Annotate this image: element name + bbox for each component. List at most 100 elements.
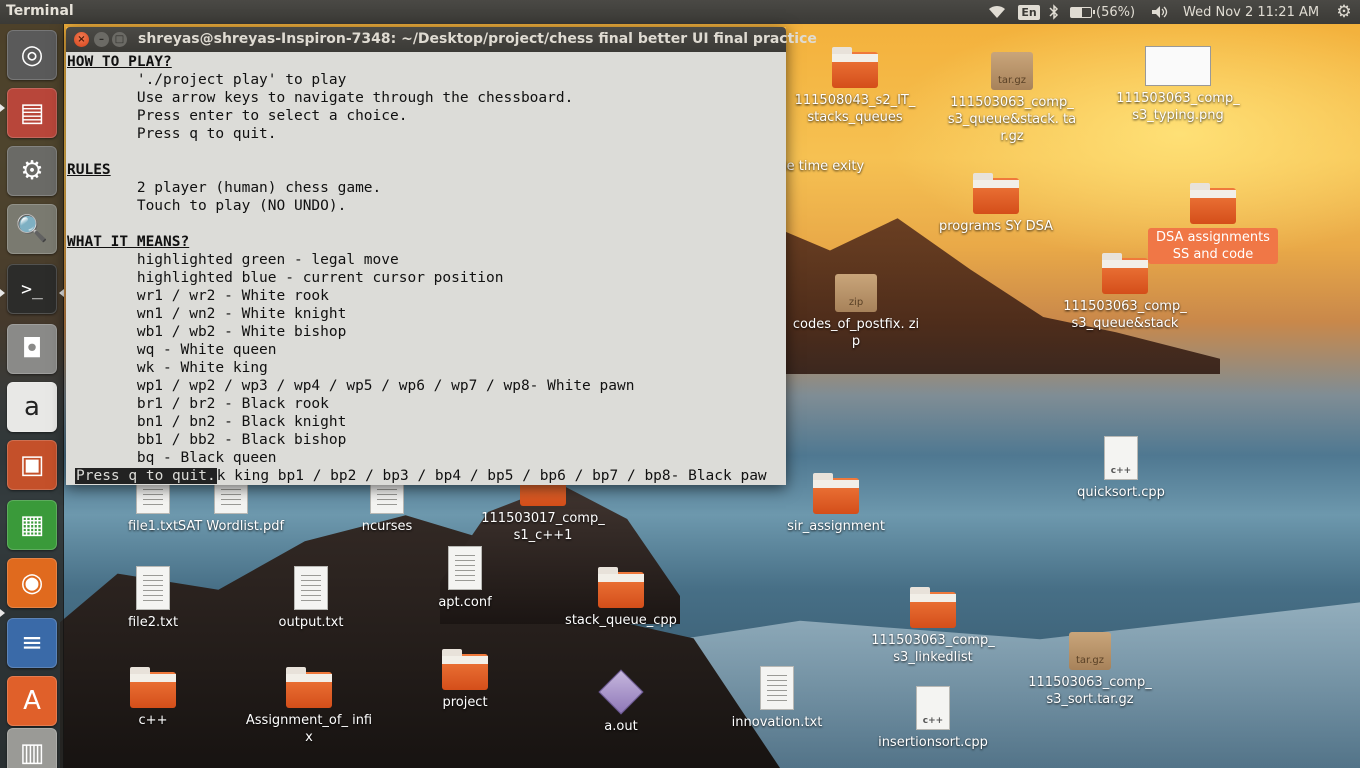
close-icon[interactable]: × [74,32,89,47]
terminal-line: Touch to play (NO UNDO). [67,198,347,214]
keyboard-layout-label: En [1018,4,1040,20]
minimize-icon[interactable]: – [94,32,109,47]
desktop-icon[interactable]: innovation.txt [712,666,842,731]
terminal-line: wr1 / wr2 - White rook [67,288,329,304]
desktop-icon-label: 111503063_comp_ s3_typing.png [1116,91,1240,123]
clock[interactable]: Wed Nov 2 11:21 AM [1183,0,1329,24]
launcher-files[interactable]: ▤ [7,88,57,138]
launcher-sidebar: ◎ ▤ ⚙ 🔍 >_ ◘ a ▣ ▦ ◉ ≡ A ▥ [0,24,64,768]
desktop-icon[interactable]: a.out [556,668,686,735]
desktop-icon-label: a.out [604,719,638,734]
terminal-line: 2 player (human) chess game. [67,180,382,196]
launcher-terminal[interactable]: >_ [7,264,57,314]
folder-icon [1190,183,1236,224]
launcher-writer[interactable]: ≡ [7,618,57,668]
exec-icon [598,669,644,715]
doc-icon [448,546,482,590]
desktop-icon[interactable]: programs SY DSA [931,173,1061,235]
running-indicator [59,289,64,297]
desktop-icon-label: apt.conf [438,595,492,610]
terminal-line: bn1 / bn2 - Black knight [67,414,347,430]
volume-icon[interactable] [1148,0,1172,24]
desktop-icon[interactable]: Assignment_of_ infix [244,667,374,746]
terminal-line: wq - White queen [67,342,277,358]
maximize-icon[interactable]: □ [112,32,127,47]
launcher-impress[interactable]: ▣ [7,440,57,490]
desktop-icon-label: codes_of_postfix. zip [792,317,920,349]
desktop-icon-label: ncurses [361,519,413,534]
desktop-icon[interactable]: 111503063_comp_ s3_queue&stack [1060,253,1190,332]
ubuntu-dash-icon: ◎ [20,40,44,70]
doc-icon [136,566,170,610]
running-indicator [0,104,5,112]
desktop-icon[interactable]: 111503063_comp_ s3_linkedlist [868,587,998,666]
desktop-icon[interactable]: c++ insertionsort.cpp [868,686,998,751]
desktop-icon[interactable]: c++ [88,667,218,729]
desktop-icon[interactable]: 111503063_comp_ s3_typing.png [1113,46,1243,124]
pager-overflow-text: k king bp1 / bp2 / bp3 / bp4 / bp5 / bp6… [216,468,767,484]
desktop-icon[interactable]: file2.txt [88,566,218,631]
desktop-icon[interactable]: apt.conf [400,546,530,611]
launcher-image-viewer[interactable]: 🔍 [7,204,57,254]
software-center-icon: A [23,686,41,716]
desktop-icon[interactable]: c++ quicksort.cpp [1056,436,1186,501]
desktop-icon-label: 111508043_s2_IT_ stacks_queues [794,93,916,125]
terminal-heading: RULES [67,162,111,178]
battery-indicator[interactable]: (56%) [1070,0,1140,24]
files-icon: ▤ [19,98,45,128]
terminal-line: bq - Black queen [67,450,277,466]
launcher-amazon[interactable]: a [7,382,57,432]
archive-icon: zip [835,274,877,312]
terminal-icon: >_ [21,278,43,300]
terminal-line: bb1 / bb2 - Black bishop [67,432,347,448]
desktop-icon[interactable]: project [400,649,530,711]
archive-icon: tar.gz [1069,632,1111,670]
terminal-line: Press enter to select a choice. [67,108,408,124]
battery-icon [1070,6,1095,18]
running-indicator [0,609,5,617]
desktop-icon[interactable]: zip codes_of_postfix. zip [791,274,921,350]
launcher-ubuntu-dash[interactable]: ◎ [7,30,57,80]
disk-drive-icon: ◘ [21,334,43,364]
power-gear-icon[interactable]: ⚙ [1334,0,1354,24]
desktop-icon-label: stack_queue_cpp [565,613,677,628]
desktop-icon[interactable]: tar.gz 111503063_comp_ s3_queue&stack. ta… [947,52,1077,145]
terminal-output[interactable]: HOW TO PLAY? './project play' to play Us… [66,52,786,485]
launcher-firefox[interactable]: ◉ [7,558,57,608]
terminal-line: './project play' to play [67,72,347,88]
keyboard-layout-indicator[interactable]: En [1018,0,1040,24]
terminal-line: wn1 / wn2 - White knight [67,306,347,322]
wifi-icon[interactable] [986,0,1008,24]
window-titlebar[interactable]: × – □ shreyas@shreyas-Inspiron-7348: ~/D… [66,27,817,52]
terminal-window[interactable]: × – □ shreyas@shreyas-Inspiron-7348: ~/D… [66,27,817,485]
launcher-software-center[interactable]: A [7,676,57,726]
folder-icon [910,587,956,628]
terminal-line: wk - White king [67,360,268,376]
folder-icon [130,667,176,708]
desktop-icon[interactable]: stack_queue_cpp [556,567,686,629]
desktop-icon[interactable]: output.txt [246,566,376,631]
terminal-heading: WHAT IT MEANS? [67,234,190,250]
bluetooth-icon[interactable] [1046,0,1062,24]
top-panel: Terminal En (56%) Wed Nov 2 11:21 AM ⚙ [0,0,1360,24]
launcher-disk-drive[interactable]: ◘ [7,324,57,374]
desktop-icon[interactable]: 111508043_s2_IT_ stacks_queues [790,47,920,126]
terminal-line: Use arrow keys to navigate through the c… [67,90,574,106]
folder-icon [973,173,1019,214]
launcher-workspace-switcher[interactable]: ▥ [7,728,57,768]
desktop-icon[interactable]: sir_assignment [771,473,901,535]
desktop-icon-label: 111503063_comp_ s3_queue&stack [1063,299,1187,331]
launcher-system-settings[interactable]: ⚙ [7,146,57,196]
thumb-icon [1145,46,1211,86]
terminal-line: highlighted green - legal move [67,252,399,268]
folder-icon [1102,253,1148,294]
terminal-status-line: Press q to quit.k king bp1 / bp2 / bp3 /… [67,467,767,485]
running-indicator [0,289,5,297]
terminal-line: wb1 / wb2 - White bishop [67,324,347,340]
desktop-icon-label: 111503017_comp_ s1_c++1 [481,511,605,543]
desktop-icon[interactable]: tar.gz 111503063_comp_ s3_sort.tar.gz [1025,632,1155,708]
desktop-icon[interactable]: DSA assignments SS and code [1148,183,1278,264]
launcher-calc[interactable]: ▦ [7,500,57,550]
writer-icon: ≡ [21,628,43,658]
